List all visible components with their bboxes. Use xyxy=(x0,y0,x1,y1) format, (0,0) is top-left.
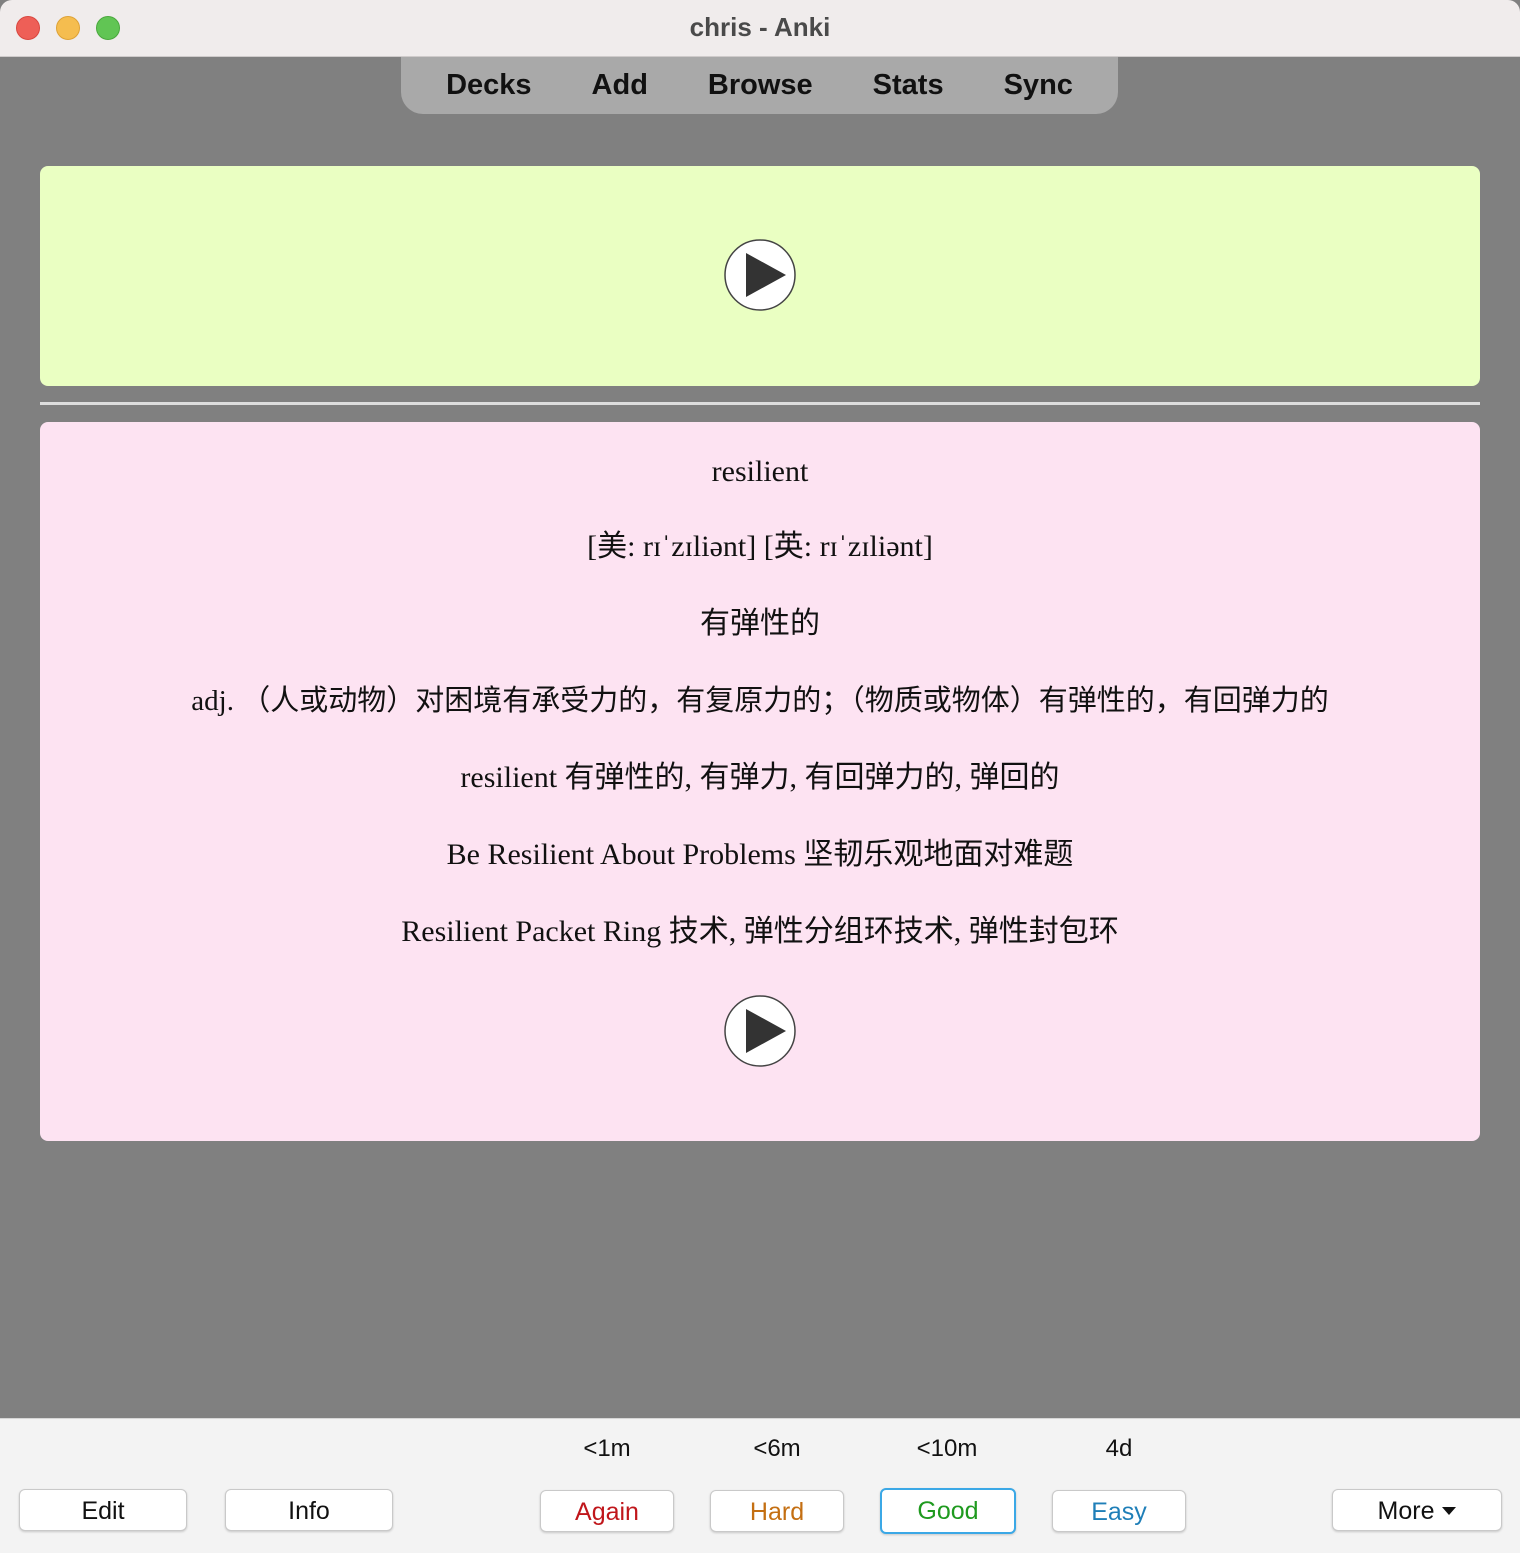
chevron-down-icon xyxy=(1442,1506,1457,1515)
good-button[interactable]: Good xyxy=(880,1488,1016,1534)
more-button-label: More xyxy=(1377,1497,1435,1525)
info-button[interactable]: Info xyxy=(225,1489,393,1531)
answer-divider xyxy=(40,402,1480,405)
card-meaning: 有弹性的 xyxy=(700,607,820,640)
card-phonetic: [美: rɪˈzɪliənt] [英: rɪˈzɪliənt] xyxy=(587,530,933,563)
toolbar-stats[interactable]: Stats xyxy=(843,69,974,102)
edit-button[interactable]: Edit xyxy=(19,1489,187,1531)
card-front xyxy=(40,166,1480,386)
card-phrase-2: Be Resilient About Problems 坚韧乐观地面对难题 xyxy=(446,838,1074,871)
title-bar: chris - Anki xyxy=(0,0,1520,57)
hard-interval: <6m xyxy=(753,1435,801,1462)
window-title: chris - Anki xyxy=(689,12,831,42)
main-toolbar: Decks Add Browse Stats Sync xyxy=(401,57,1118,114)
easy-interval: 4d xyxy=(1105,1435,1133,1462)
again-button[interactable]: Again xyxy=(540,1490,674,1532)
toolbar-sync[interactable]: Sync xyxy=(974,69,1103,102)
play-icon[interactable] xyxy=(724,995,796,1067)
more-button[interactable]: More xyxy=(1332,1489,1502,1531)
play-icon[interactable] xyxy=(724,239,796,311)
easy-button[interactable]: Easy xyxy=(1052,1490,1186,1532)
card-word: resilient xyxy=(711,455,809,488)
card-back: resilient [美: rɪˈzɪliənt] [英: rɪˈzɪliənt… xyxy=(40,422,1480,1141)
toolbar-browse[interactable]: Browse xyxy=(678,69,843,102)
toolbar-add[interactable]: Add xyxy=(562,69,678,102)
again-interval: <1m xyxy=(583,1435,631,1462)
toolbar-decks[interactable]: Decks xyxy=(416,69,561,102)
hard-button[interactable]: Hard xyxy=(710,1490,844,1532)
card-definition: adj. （人或动物）对困境有承受力的，有复原力的；（物质或物体）有弹性的，有回… xyxy=(191,685,1329,717)
card-phrase-3: Resilient Packet Ring 技术, 弹性分组环技术, 弹性封包环 xyxy=(401,915,1119,948)
card-phrase-1: resilient 有弹性的, 有弹力, 有回弹力的, 弹回的 xyxy=(460,761,1060,794)
good-interval: <10m xyxy=(916,1435,978,1462)
review-bottom-bar: Edit Info <1m <6m <10m 4d Again Hard Goo… xyxy=(0,1418,1520,1553)
